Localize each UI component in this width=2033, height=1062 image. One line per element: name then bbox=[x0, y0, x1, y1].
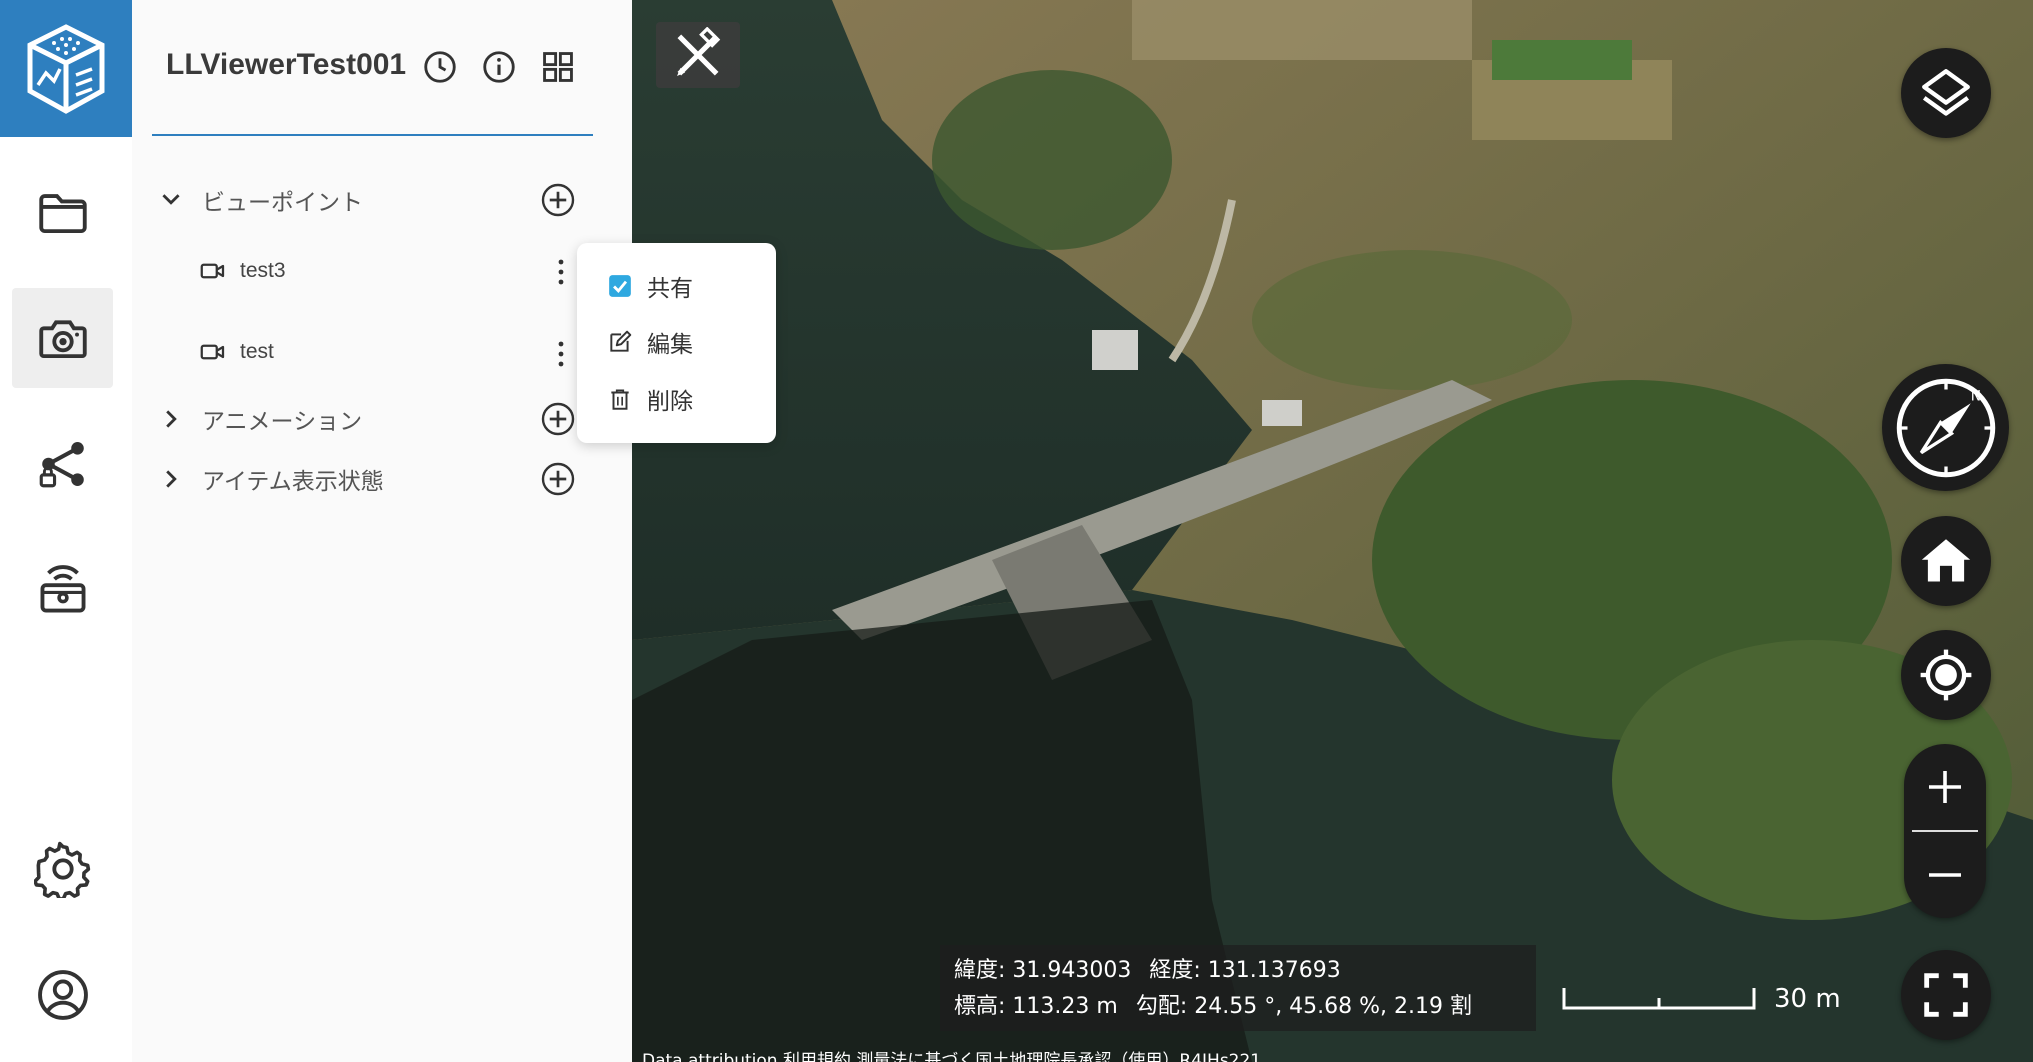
viewpoint-label: test bbox=[240, 340, 274, 363]
info-icon[interactable] bbox=[480, 48, 518, 86]
crosshair-icon bbox=[1920, 649, 1972, 701]
add-animation-icon[interactable] bbox=[540, 401, 576, 437]
context-menu: 共有 編集 削除 bbox=[577, 243, 776, 443]
coordinate-readout: 緯度: 31.943003 経度: 131.137693 標高: 113.23 m… bbox=[940, 945, 1536, 1031]
rail-viewpoint-button[interactable] bbox=[12, 288, 113, 388]
map-view[interactable]: N 緯度: 31.943003 経度: 131.137693 標高: 113.23… bbox=[632, 0, 2033, 1062]
section-animation[interactable]: アニメーション bbox=[202, 402, 362, 436]
measure-tool-button[interactable] bbox=[656, 22, 740, 88]
side-panel: LLViewerTest001 ビューポイント test3 test アニメーシ… bbox=[132, 0, 632, 1062]
video-camera-icon bbox=[200, 263, 225, 279]
folder-icon bbox=[38, 194, 87, 234]
rail-account-button[interactable] bbox=[12, 945, 113, 1045]
chevron-down-icon[interactable] bbox=[158, 186, 184, 212]
list-item[interactable]: test3 bbox=[198, 256, 286, 286]
fullscreen-icon bbox=[1924, 973, 1968, 1017]
fullscreen-button[interactable] bbox=[1901, 950, 1991, 1040]
menu-label-edit: 編集 bbox=[647, 332, 693, 358]
longitude-value: 経度: 131.137693 bbox=[1149, 958, 1341, 983]
video-camera-icon bbox=[200, 344, 225, 360]
more-vert-icon[interactable] bbox=[556, 339, 566, 369]
menu-label-share: 共有 bbox=[647, 276, 693, 302]
list-item[interactable]: test bbox=[198, 337, 274, 367]
map-attribution[interactable]: Data attribution 利用規約 測量法に基づく国土地理院長承認（使用… bbox=[642, 1046, 1261, 1062]
gear-icon bbox=[33, 841, 90, 898]
panel-header: LLViewerTest001 bbox=[132, 0, 632, 137]
slope-value: 勾配: 24.55 °, 45.68 %, 2.19 割 bbox=[1135, 994, 1473, 1019]
latitude-value: 緯度: 31.943003 bbox=[954, 958, 1132, 983]
viewpoint-label: test3 bbox=[240, 259, 286, 282]
broadcast-icon bbox=[40, 565, 85, 613]
trash-icon bbox=[611, 389, 629, 410]
rail-broadcast-button[interactable] bbox=[12, 540, 113, 640]
checkbox-checked-icon[interactable] bbox=[607, 273, 633, 299]
more-vert-icon[interactable] bbox=[556, 257, 566, 287]
grid-icon[interactable] bbox=[539, 48, 577, 86]
locate-button[interactable] bbox=[1901, 630, 1991, 720]
zoom-in-button[interactable] bbox=[1904, 744, 1986, 830]
menu-item-share[interactable]: 共有 bbox=[607, 266, 693, 306]
camera-icon bbox=[38, 320, 87, 359]
add-item-state-icon[interactable] bbox=[540, 461, 576, 497]
rail-settings-button[interactable] bbox=[12, 819, 113, 919]
app-logo[interactable] bbox=[0, 0, 132, 137]
compass-button[interactable]: N bbox=[1882, 364, 2009, 491]
terrain-image bbox=[632, 0, 2033, 1062]
menu-item-edit[interactable]: 編集 bbox=[607, 322, 693, 362]
compass-icon: N bbox=[1896, 378, 1995, 477]
user-circle-icon bbox=[37, 970, 88, 1020]
elevation-value: 標高: 113.23 m bbox=[954, 994, 1118, 1019]
section-item-display-state[interactable]: アイテム表示状態 bbox=[202, 462, 384, 496]
menu-label-delete: 削除 bbox=[647, 389, 693, 415]
chevron-right-icon[interactable] bbox=[158, 406, 184, 432]
ruler-pencil-icon bbox=[677, 27, 721, 76]
history-icon[interactable] bbox=[421, 48, 459, 86]
home-button[interactable] bbox=[1901, 516, 1991, 606]
zoom-control bbox=[1904, 744, 1986, 918]
layers-button[interactable] bbox=[1901, 48, 1991, 138]
edit-icon bbox=[610, 330, 632, 352]
section-viewpoints[interactable]: ビューポイント bbox=[202, 183, 363, 217]
layers-icon bbox=[1922, 69, 1970, 116]
menu-item-delete[interactable]: 削除 bbox=[607, 379, 693, 419]
chevron-right-icon[interactable] bbox=[158, 466, 184, 492]
home-icon bbox=[1921, 539, 1971, 582]
scale-label: 30 m bbox=[1774, 984, 1841, 1014]
left-rail bbox=[0, 0, 132, 1062]
cube-logo-icon bbox=[27, 23, 105, 114]
header-divider bbox=[152, 134, 593, 136]
share-lock-icon bbox=[39, 442, 84, 488]
add-viewpoint-icon[interactable] bbox=[540, 182, 576, 218]
rail-folder-button[interactable] bbox=[12, 163, 113, 263]
page-title: LLViewerTest001 bbox=[166, 48, 407, 81]
zoom-out-button[interactable] bbox=[1904, 832, 1986, 918]
minus-icon bbox=[1929, 873, 1961, 877]
rail-share-button[interactable] bbox=[12, 414, 113, 514]
svg-text:N: N bbox=[1970, 388, 1980, 404]
plus-icon bbox=[1929, 771, 1961, 803]
